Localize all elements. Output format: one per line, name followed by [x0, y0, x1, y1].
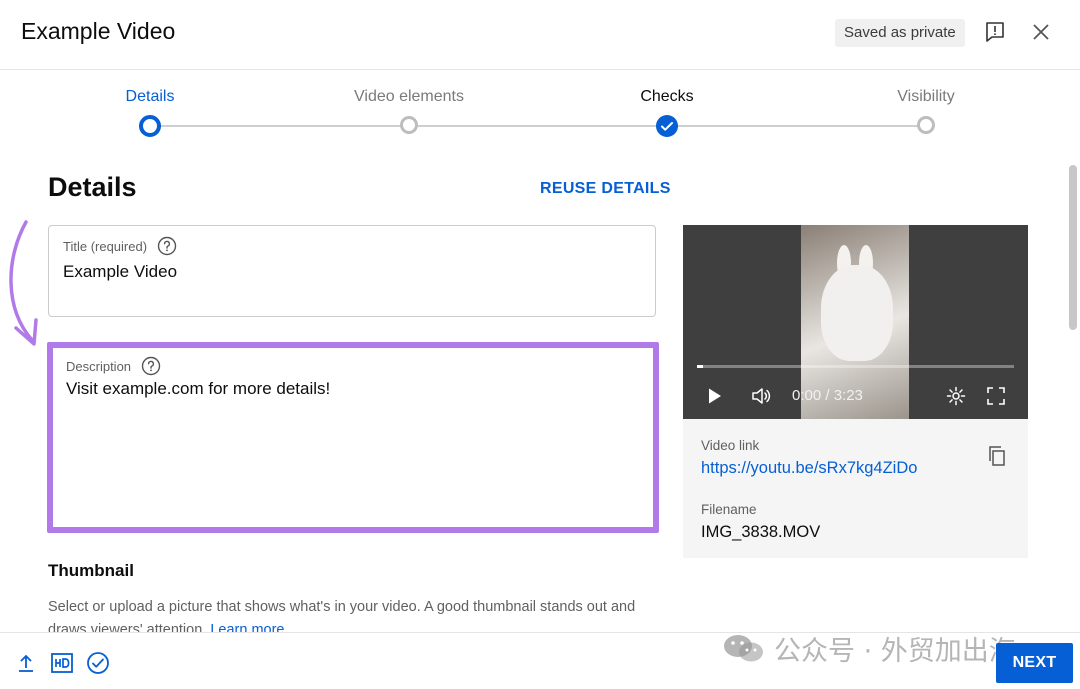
watermark-text: 公众号 · 外贸加出海 [774, 635, 1016, 667]
feedback-icon[interactable] [983, 20, 1007, 44]
video-link-label: Video link [701, 438, 760, 453]
filename-label: Filename [701, 502, 757, 517]
details-heading: Details [48, 172, 137, 202]
bunny-image [821, 265, 893, 361]
help-icon[interactable] [157, 236, 177, 256]
description-field[interactable]: Description Visit example.com for more d… [52, 346, 654, 527]
step-pending-indicator [400, 116, 418, 134]
video-preview-player[interactable]: 0:00 / 3:23 [683, 225, 1028, 419]
upload-icon [14, 651, 38, 675]
watermark: 公众号 · 外贸加出海 [722, 633, 1016, 667]
annotation-arrow-icon [4, 218, 48, 354]
title-field-label: Title (required) [63, 238, 148, 254]
title-field-label-row: Title (required) [63, 236, 177, 256]
scrollbar-thumb[interactable] [1069, 165, 1077, 330]
title-field[interactable]: Title (required) Example Video [48, 225, 656, 317]
thumbnail-heading: Thumbnail [48, 561, 134, 580]
help-icon[interactable] [141, 356, 161, 376]
video-info-card: Video link https://youtu.be/sRx7kg4ZiDo … [683, 419, 1028, 558]
volume-icon[interactable] [750, 385, 772, 407]
step-active-indicator [139, 115, 161, 137]
step-label: Details [125, 88, 175, 105]
step-label: Checks [640, 88, 694, 105]
step-label: Video elements [354, 88, 464, 105]
copy-icon[interactable] [985, 444, 1009, 468]
dialog-footer: 公众号 · 外贸加出海 NEXT [0, 632, 1080, 689]
title-input[interactable]: Example Video [63, 262, 177, 282]
fullscreen-icon[interactable] [985, 385, 1007, 407]
stepper-track [150, 125, 926, 127]
filename-value: IMG_3838.MOV [701, 523, 821, 541]
wechat-logo-icon [722, 633, 766, 663]
video-link[interactable]: https://youtu.be/sRx7kg4ZiDo [701, 459, 917, 478]
hd-icon [50, 651, 74, 675]
next-button[interactable]: NEXT [996, 643, 1073, 683]
step-label: Visibility [897, 88, 955, 105]
check-circle-icon [86, 651, 110, 675]
step-pending-indicator [917, 116, 935, 134]
check-icon [656, 115, 678, 137]
close-icon[interactable] [1029, 20, 1053, 44]
description-field-label: Description [66, 358, 132, 374]
settings-gear-icon[interactable] [945, 385, 967, 407]
description-field-label-row: Description [66, 356, 161, 376]
upload-stepper: Details Video elements Checks Visibility [0, 70, 1070, 150]
description-input[interactable]: Visit example.com for more details! [66, 379, 330, 399]
video-progress-fill [697, 365, 704, 368]
reuse-details-button[interactable]: REUSE DETAILS [540, 180, 671, 198]
video-progress-bar[interactable] [697, 365, 1014, 368]
dialog-header: Example Video Saved as private [0, 0, 1080, 70]
video-time-readout: 0:00 / 3:23 [792, 387, 863, 404]
play-icon[interactable] [703, 385, 725, 407]
saved-status-badge: Saved as private [835, 19, 965, 47]
dialog-title: Example Video [21, 18, 176, 44]
